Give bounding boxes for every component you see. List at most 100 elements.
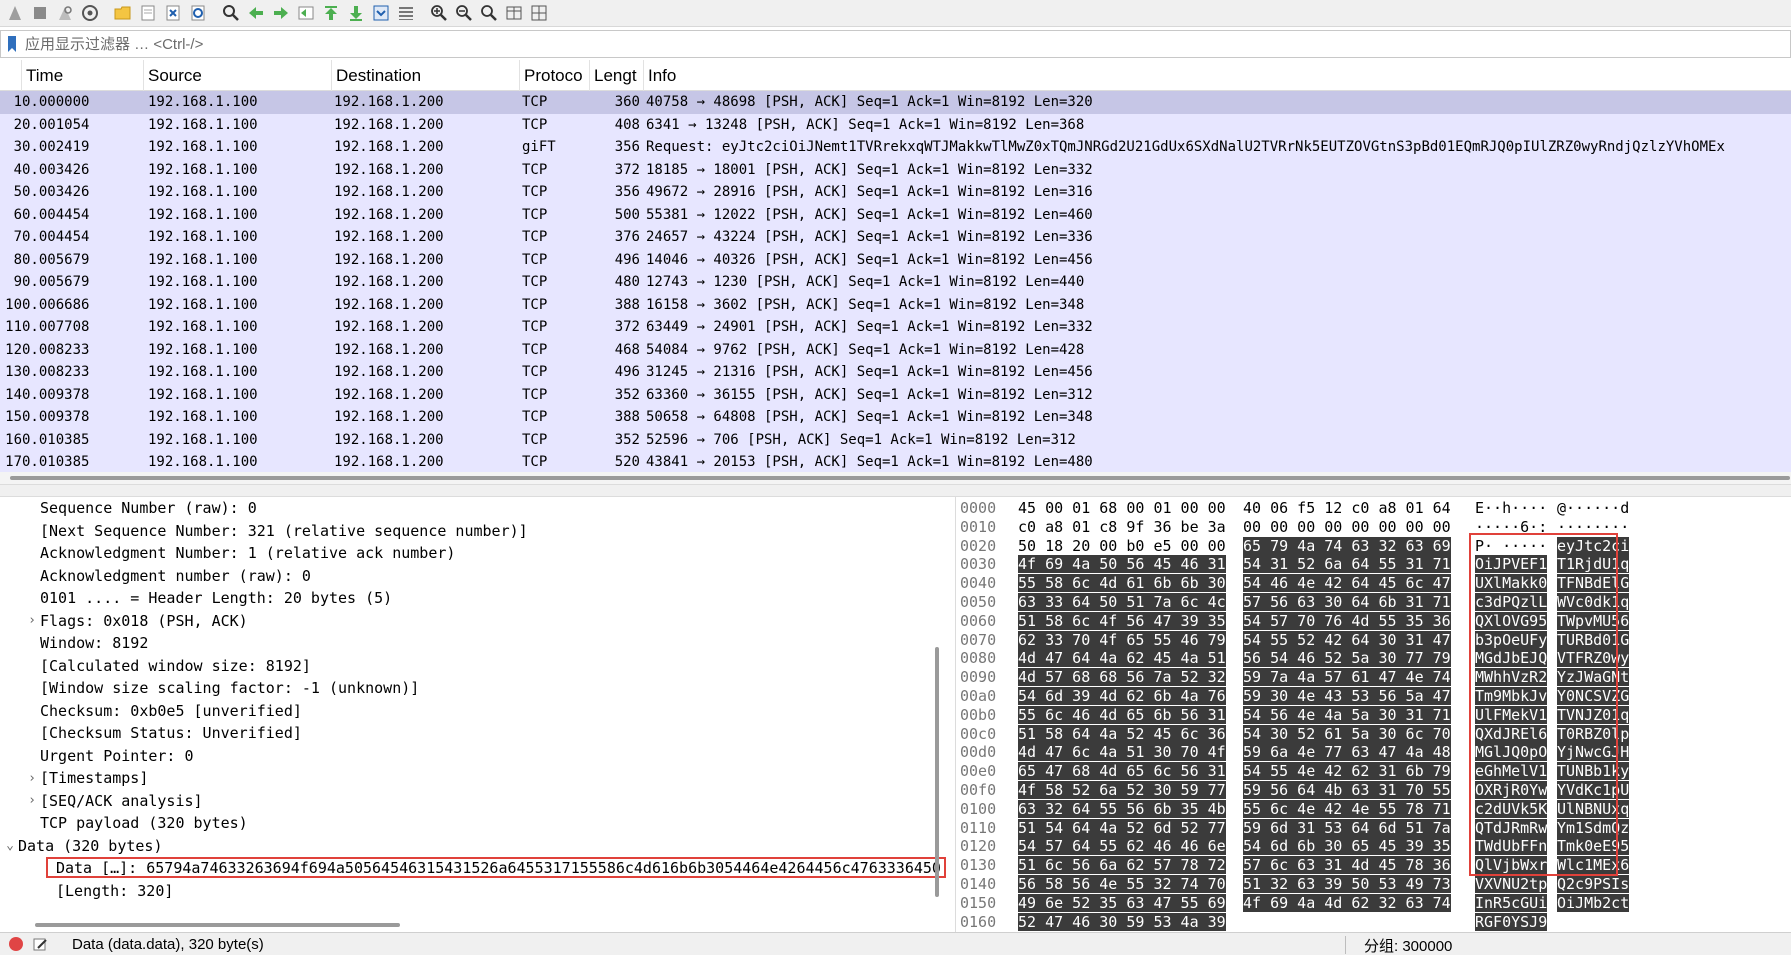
zoom-out-icon[interactable]	[451, 1, 476, 26]
hex-row[interactable]: 0090 4d 57 68 68 56 7a 52 32 59 7a 4a 57 6…	[956, 668, 1791, 687]
packet-row[interactable]: 8 0.005679 192.168.1.100 192.168.1.200 TCP 49…	[0, 249, 1791, 272]
hex-row[interactable]: 00c0 51 58 64 4a 52 45 6c 36 54 30 52 61 5…	[956, 724, 1791, 744]
hex-row[interactable]: 0110 51 54 64 4a 52 6d 52 77 59 6d 31 53 6…	[956, 818, 1791, 838]
close-file-icon[interactable]	[160, 1, 185, 26]
packet-row[interactable]: 17 0.010385 192.168.1.100 192.168.1.200 TCP 5…	[0, 451, 1791, 472]
scroll-thumb[interactable]	[935, 647, 939, 897]
hex-row[interactable]: 0010 c0 a8 01 c8 9f 36 be 3a 00 00 00 00 0…	[956, 518, 1791, 537]
packet-row[interactable]: 5 0.003426 192.168.1.100 192.168.1.200 TCP 35…	[0, 181, 1791, 204]
hex-row[interactable]: 00b0 55 6c 46 4d 65 6b 56 31 54 56 4e 4a 5…	[956, 705, 1791, 725]
tree-item[interactable]: Checksum: 0xb0e5 [unverified]	[0, 700, 952, 723]
hex-row[interactable]: 0040 55 58 6c 4d 61 6b 6b 30 54 46 4e 42 6…	[956, 574, 1791, 593]
go-last-icon[interactable]	[343, 1, 368, 26]
packet-row[interactable]: 7 0.004454 192.168.1.100 192.168.1.200 TCP 37…	[0, 226, 1791, 249]
scroll-thumb[interactable]	[35, 923, 400, 927]
details-hscrollbar[interactable]	[0, 917, 933, 932]
hex-row[interactable]: 0140 56 58 56 4e 55 32 74 70 51 32 63 39 5…	[956, 874, 1791, 894]
hex-row[interactable]: 0120 54 57 64 55 62 46 46 6e 54 6d 6b 30 6…	[956, 837, 1791, 856]
restart-capture-icon[interactable]	[52, 1, 77, 26]
tree-item[interactable]: › [SEQ/ACK analysis]	[0, 790, 952, 813]
resize-columns-icon[interactable]	[501, 1, 526, 26]
normal-size-icon[interactable]	[476, 1, 501, 26]
hex-row[interactable]: 00a0 54 6d 39 4d 62 6b 4a 76 59 30 4e 43 5…	[956, 686, 1791, 706]
packet-row[interactable]: 13 0.008233 192.168.1.100 192.168.1.200 TCP 4…	[0, 361, 1791, 384]
hex-row[interactable]: 0160 52 47 46 30 59 53 4a 39 RGF0YSJ9	[956, 912, 1791, 932]
expand-arrow-icon[interactable]: ›	[24, 613, 40, 628]
hex-row[interactable]: 0150 49 6e 52 35 63 47 55 69 4f 69 4a 4d 6…	[956, 893, 1791, 913]
packet-row[interactable]: 12 0.008233 192.168.1.100 192.168.1.200 TCP 4…	[0, 339, 1791, 362]
hex-row[interactable]: 0050 63 33 64 50 51 7a 6c 4c 57 56 63 30 6…	[956, 592, 1791, 612]
go-first-icon[interactable]	[318, 1, 343, 26]
details-vscrollbar[interactable]	[933, 497, 943, 917]
capture-options-icon[interactable]	[77, 1, 102, 26]
hex-row[interactable]: 0030 4f 69 4a 50 56 45 46 31 54 31 52 6a 6…	[956, 555, 1791, 574]
expand-arrow-icon[interactable]: ⌄	[2, 838, 18, 853]
packet-row[interactable]: 16 0.010385 192.168.1.100 192.168.1.200 TCP 3…	[0, 429, 1791, 452]
hex-row[interactable]: 00d0 4d 47 6c 4a 51 30 70 4f 59 6a 4e 77 6…	[956, 743, 1791, 762]
hex-row[interactable]: 0070 62 33 70 4f 65 55 46 79 54 55 52 42 6…	[956, 630, 1791, 650]
display-filter-input[interactable]	[23, 32, 1790, 56]
tree-item[interactable]: Urgent Pointer: 0	[0, 745, 952, 768]
col-source-header[interactable]: Source	[144, 60, 332, 91]
start-capture-icon[interactable]	[2, 1, 27, 26]
hex-row[interactable]: 00f0 4f 58 52 6a 52 30 59 77 59 56 64 4b 6…	[956, 780, 1791, 800]
layout-icon[interactable]	[526, 1, 551, 26]
bookmark-icon[interactable]	[1, 31, 23, 57]
tree-item[interactable]: Acknowledgment number (raw): 0	[0, 565, 952, 588]
hex-row[interactable]: 0080 4d 47 64 4a 62 45 4a 51 56 54 46 52 5…	[956, 649, 1791, 668]
tree-item[interactable]: 0101 .... = Header Length: 20 bytes (5)	[0, 587, 952, 610]
packet-row[interactable]: 6 0.004454 192.168.1.100 192.168.1.200 TCP 50…	[0, 204, 1791, 227]
col-length-header[interactable]: Lengt	[590, 60, 644, 91]
go-forward-icon[interactable]	[268, 1, 293, 26]
hex-row[interactable]: 0020 50 18 20 00 b0 e5 00 00 65 79 4a 74 6…	[956, 536, 1791, 556]
zoom-in-icon[interactable]	[426, 1, 451, 26]
expand-arrow-icon[interactable]: ›	[24, 793, 40, 808]
tree-item[interactable]: ⌄ Data (320 bytes)	[0, 835, 952, 858]
scroll-thumb[interactable]	[10, 476, 1790, 480]
tree-item[interactable]: [Checksum Status: Unverified]	[0, 722, 952, 745]
packet-row[interactable]: 11 0.007708 192.168.1.100 192.168.1.200 TCP 3…	[0, 316, 1791, 339]
stop-capture-icon[interactable]	[27, 1, 52, 26]
col-time-header[interactable]: Time	[22, 60, 144, 91]
col-destination-header[interactable]: Destination	[332, 60, 520, 91]
pane-splitter[interactable]	[0, 484, 1791, 497]
packet-row[interactable]: 9 0.005679 192.168.1.100 192.168.1.200 TCP 48…	[0, 271, 1791, 294]
colorize-icon[interactable]	[393, 1, 418, 26]
go-to-packet-icon[interactable]	[293, 1, 318, 26]
edit-comment-icon[interactable]	[28, 933, 52, 955]
tree-item[interactable]: Data […]: 65794a74633263694f694a50564546…	[0, 857, 952, 880]
reload-file-icon[interactable]	[185, 1, 210, 26]
packet-row[interactable]: 14 0.009378 192.168.1.100 192.168.1.200 TCP 3…	[0, 384, 1791, 407]
auto-scroll-icon[interactable]	[368, 1, 393, 26]
tree-item[interactable]: Window: 8192	[0, 632, 952, 655]
packet-row[interactable]: 10 0.006686 192.168.1.100 192.168.1.200 TCP 3…	[0, 294, 1791, 317]
packet-row[interactable]: 3 0.002419 192.168.1.100 192.168.1.200 giFT 3…	[0, 136, 1791, 159]
tree-item[interactable]: [Window size scaling factor: -1 (unknown…	[0, 677, 952, 700]
tree-item[interactable]: Sequence Number (raw): 0	[0, 497, 952, 520]
packet-row[interactable]: 4 0.003426 192.168.1.100 192.168.1.200 TCP 37…	[0, 159, 1791, 182]
packet-row[interactable]: 15 0.009378 192.168.1.100 192.168.1.200 TCP 3…	[0, 406, 1791, 429]
col-info-header[interactable]: Info	[644, 60, 1791, 91]
packet-row[interactable]: 1 0.000000 192.168.1.100 192.168.1.200 TCP 36…	[0, 91, 1791, 114]
expert-info-icon[interactable]	[4, 933, 28, 955]
tree-item[interactable]: TCP payload (320 bytes)	[0, 812, 952, 835]
tree-item[interactable]: › Flags: 0x018 (PSH, ACK)	[0, 610, 952, 633]
hex-row[interactable]: 00e0 65 47 68 4d 65 6c 56 31 54 55 4e 42 6…	[956, 762, 1791, 781]
hex-row[interactable]: 0000 45 00 01 68 00 01 00 00 40 06 f5 12 c…	[956, 499, 1791, 518]
tree-item[interactable]: [Calculated window size: 8192]	[0, 655, 952, 678]
go-back-icon[interactable]	[243, 1, 268, 26]
save-file-icon[interactable]	[135, 1, 160, 26]
tree-item[interactable]: Acknowledgment Number: 1 (relative ack n…	[0, 542, 952, 565]
tree-item[interactable]: [Next Sequence Number: 321 (relative seq…	[0, 520, 952, 543]
hex-row[interactable]: 0060 51 58 6c 4f 56 47 39 35 54 57 70 76 4…	[956, 611, 1791, 631]
col-no-header[interactable]	[0, 60, 22, 91]
packet-list-hscrollbar[interactable]	[0, 472, 1791, 484]
hex-row[interactable]: 0130 51 6c 56 6a 62 57 78 72 57 6c 63 31 4…	[956, 856, 1791, 875]
tree-item[interactable]: › [Timestamps]	[0, 767, 952, 790]
col-protocol-header[interactable]: Protoco	[520, 60, 590, 91]
find-packet-icon[interactable]	[218, 1, 243, 26]
hex-row[interactable]: 0100 63 32 64 55 56 6b 35 4b 55 6c 4e 42 4…	[956, 799, 1791, 819]
packet-row[interactable]: 2 0.001054 192.168.1.100 192.168.1.200 TCP 40…	[0, 114, 1791, 137]
open-file-icon[interactable]	[110, 1, 135, 26]
expand-arrow-icon[interactable]: ›	[24, 771, 40, 786]
